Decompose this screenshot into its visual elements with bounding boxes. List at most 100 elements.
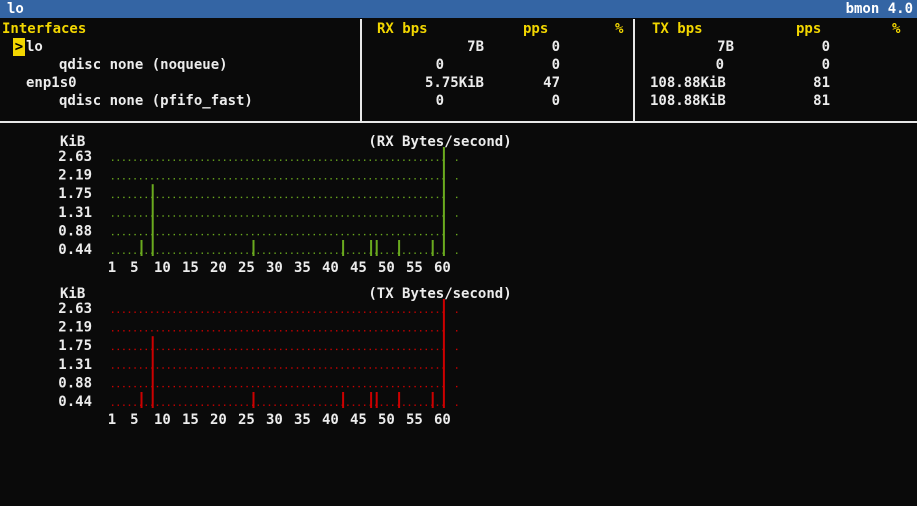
- grid-dot: [347, 159, 349, 161]
- grid-dot: [280, 233, 282, 236]
- grid-dot: [112, 233, 114, 236]
- grid-dot: [184, 159, 187, 161]
- grid-dot: [246, 311, 248, 313]
- grid-dot: [218, 330, 220, 332]
- grid-dot: [134, 215, 136, 217]
- x-tick-label: 40: [322, 260, 339, 276]
- grid-dot: [456, 178, 458, 180]
- grid-dot: [330, 252, 332, 254]
- grid-dot: [274, 404, 276, 406]
- grid-dot: [308, 330, 310, 332]
- grid-dot: [319, 367, 321, 369]
- grid-dot: [201, 252, 203, 254]
- grid-dot: [324, 215, 327, 217]
- grid-dot: [240, 348, 243, 351]
- grid-dot: [414, 159, 416, 161]
- data-bar: [375, 392, 378, 408]
- grid-dot: [302, 215, 304, 217]
- grid-dot: [313, 404, 315, 406]
- grid-dot: [252, 196, 254, 199]
- grid-dot: [140, 178, 142, 180]
- grid-dot: [173, 215, 175, 217]
- grid-dot: [117, 196, 119, 199]
- grid-dot: [408, 178, 411, 180]
- grid-dot: [123, 367, 125, 369]
- grid-dot: [336, 348, 338, 351]
- grid-dot: [201, 367, 203, 369]
- grid-dot: [425, 367, 427, 369]
- grid-dot: [420, 196, 422, 199]
- grid-dot: [235, 159, 237, 161]
- grid-dot: [296, 252, 299, 254]
- grid-dot: [358, 330, 360, 332]
- grid-dot: [156, 196, 159, 199]
- grid-dot: [313, 348, 315, 351]
- y-tick-label: 1.31: [58, 357, 92, 373]
- grid-dot: [134, 233, 136, 236]
- grid-dot: [207, 367, 209, 369]
- grid-dot: [156, 215, 159, 217]
- grid-dot: [218, 404, 220, 406]
- grid-dot: [123, 385, 125, 388]
- grid-dot: [291, 330, 293, 332]
- grid-dot: [229, 311, 231, 313]
- grid-dot: [324, 196, 327, 199]
- grid-dot: [397, 330, 399, 332]
- grid-dot: [330, 178, 332, 180]
- grid-dot: [173, 367, 175, 369]
- grid-dot: [257, 196, 259, 199]
- grid-dot: [414, 330, 416, 332]
- grid-dot: [224, 215, 226, 217]
- rx-pps-value: 0: [551, 93, 560, 109]
- grid-dot: [341, 233, 343, 236]
- grid-dot: [324, 233, 327, 236]
- grid-dot: [257, 215, 259, 217]
- grid-dot: [201, 233, 203, 236]
- grid-dot: [190, 252, 192, 254]
- grid-dot: [201, 178, 203, 180]
- grid-dot: [358, 404, 360, 406]
- grid-dot: [386, 215, 388, 217]
- grid-dot: [369, 330, 371, 332]
- grid-dot: [145, 252, 147, 254]
- grid-dot: [392, 252, 394, 254]
- grid-dot: [375, 311, 377, 313]
- grid-dot: [117, 385, 119, 388]
- grid-dot: [123, 404, 125, 406]
- grid-dot: [308, 178, 310, 180]
- grid-dot: [112, 367, 114, 369]
- grid-dot: [408, 385, 411, 388]
- grid-dot: [117, 252, 119, 254]
- x-tick-label: 15: [182, 260, 199, 276]
- grid-dot: [168, 215, 170, 217]
- grid-dot: [352, 311, 355, 313]
- grid-dot: [184, 215, 187, 217]
- grid-dot: [179, 252, 181, 254]
- tx-bps-value: 108.88KiB: [650, 75, 726, 91]
- interface-name: lo: [26, 39, 43, 55]
- grid-dot: [168, 311, 170, 313]
- grid-dot: [263, 404, 265, 406]
- grid-dot: [319, 385, 321, 388]
- grid-dot: [375, 348, 377, 351]
- grid-dot: [347, 178, 349, 180]
- grid-dot: [358, 159, 360, 161]
- grid-dot: [347, 367, 349, 369]
- grid-dot: [246, 233, 248, 236]
- grid-dot: [341, 385, 343, 388]
- data-bar: [370, 240, 373, 256]
- rx-pps-value: 0: [551, 57, 560, 73]
- grid-dot: [364, 159, 366, 161]
- grid-dot: [240, 404, 243, 406]
- grid-dot: [268, 311, 271, 313]
- grid-dot: [425, 196, 427, 199]
- grid-dot: [140, 385, 142, 388]
- grid-dot: [380, 367, 383, 369]
- grid-dot: [123, 233, 125, 236]
- grid-dot: [456, 404, 458, 406]
- grid-dot: [140, 330, 142, 332]
- grid-dot: [184, 367, 187, 369]
- grid-dot: [173, 330, 175, 332]
- grid-dot: [319, 252, 321, 254]
- grid-dot: [436, 311, 439, 313]
